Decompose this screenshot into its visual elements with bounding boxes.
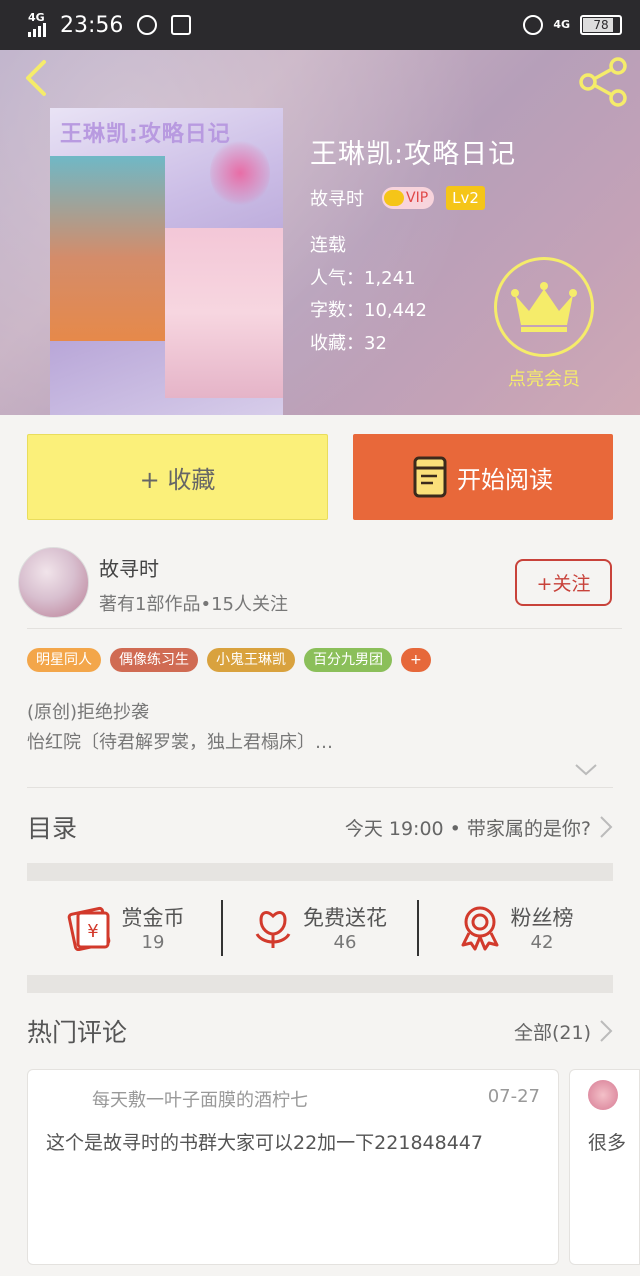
cover-image-left: [50, 156, 165, 341]
tag-item[interactable]: 百分九男团: [304, 648, 392, 672]
collect-button[interactable]: + 收藏: [27, 434, 328, 520]
reward-coins-count: 19: [141, 932, 165, 953]
start-reading-label: 开始阅读: [457, 465, 553, 494]
latest-chapter: 今天 19:00 • 带家属的是你?: [345, 814, 613, 841]
member-label[interactable]: 点亮会员: [480, 365, 608, 391]
comment-text: 这个是故寻时的书群大家可以22加一下221848447: [46, 1132, 483, 1154]
tag-list: 明星同人 偶像练习生 小鬼王琳凯 百分九男团 +: [27, 648, 431, 672]
description-line-1: (原创)拒绝抄袭: [27, 702, 150, 723]
share-icon: [579, 57, 627, 107]
cover-title: 王琳凯:攻略日记: [60, 122, 231, 147]
expand-description-button[interactable]: [574, 758, 598, 782]
network-type-2: 4G: [553, 18, 570, 31]
comment-avatar[interactable]: [588, 1080, 618, 1110]
share-button[interactable]: [578, 56, 630, 108]
book-popularity: 人气：1,241: [310, 267, 416, 289]
reward-bar: ¥ 赏金币 19 免费送花 46 粉丝榜 42: [27, 880, 613, 975]
author-avatar[interactable]: [18, 547, 89, 618]
more-tags-button[interactable]: +: [401, 648, 431, 672]
book-description[interactable]: (原创)拒绝抄袭 怡红院〔待君解罗裳，独上君榻床〕…: [27, 698, 333, 758]
network-type: 4G: [28, 11, 45, 24]
level-badge: Lv2: [446, 186, 485, 210]
chevron-left-icon: [26, 60, 46, 96]
comment-date: 07-27: [487, 1086, 540, 1107]
divider: [27, 628, 622, 629]
author-name[interactable]: 故寻时: [99, 553, 159, 582]
send-flower-label: 免费送花: [303, 906, 387, 930]
book-title: 王琳凯:攻略日记: [310, 139, 517, 170]
crown-icon: [384, 190, 404, 206]
book-author-row: 故寻时 VIP Lv2: [310, 185, 485, 211]
description-line-2: 怡红院〔待君解罗裳，独上君榻床〕…: [27, 732, 333, 753]
book-favorites: 收藏：32: [310, 332, 387, 354]
fan-ranking-button[interactable]: 粉丝榜 42: [419, 880, 613, 975]
chevron-right-icon: [600, 816, 613, 838]
comment-text: 很多: [588, 1132, 627, 1154]
all-comments-label: 全部(21): [513, 1021, 591, 1044]
battery-icon: 78: [580, 15, 622, 35]
book-cover[interactable]: 王琳凯:攻略日记: [50, 108, 283, 415]
chevron-right-icon: [600, 1020, 613, 1042]
status-bar: 4G 23:56 4G 78: [0, 0, 640, 50]
collect-label: + 收藏: [139, 465, 216, 494]
section-separator: [27, 975, 613, 993]
member-button[interactable]: [494, 257, 594, 357]
reward-coins-button[interactable]: ¥ 赏金币 19: [27, 880, 221, 975]
chevron-down-icon: [575, 764, 597, 776]
tag-item[interactable]: 明星同人: [27, 648, 101, 672]
fan-ranking-label: 粉丝榜: [510, 906, 574, 930]
book-author[interactable]: 故寻时: [310, 185, 364, 211]
tag-item[interactable]: 偶像练习生: [110, 648, 198, 672]
comment-card[interactable]: 很多: [569, 1069, 640, 1265]
tag-item[interactable]: 小鬼王琳凯: [207, 648, 295, 672]
cover-decoration: [210, 138, 270, 208]
back-button[interactable]: [18, 58, 58, 98]
divider: [27, 787, 613, 788]
book-header: 王琳凯:攻略日记 王琳凯:攻略日记 故寻时 VIP Lv2 连载 人气：1,24…: [0, 50, 640, 415]
hot-comments-title: 热门评论: [27, 1018, 128, 1047]
follow-label: +关注: [536, 573, 591, 595]
table-of-contents-row[interactable]: 目录 今天 19:00 • 带家属的是你?: [27, 795, 613, 859]
battery-level: 78: [593, 18, 609, 32]
cover-image-right: [165, 228, 283, 398]
comment-username[interactable]: 每天敷一叶子面膜的酒柠七: [92, 1086, 308, 1112]
follow-button[interactable]: +关注: [515, 559, 612, 606]
medal-icon: [461, 906, 498, 950]
book-status: 连载: [310, 235, 346, 256]
svg-text:¥: ¥: [87, 921, 98, 942]
red-envelope-icon: ¥: [67, 906, 110, 951]
reward-coins-label: 赏金币: [121, 906, 185, 930]
book-word-count: 字数：10,442: [310, 300, 427, 321]
flower-icon: [255, 910, 291, 948]
author-summary: 著有1部作品•15人关注: [99, 594, 288, 615]
fan-ranking-count: 42: [530, 932, 554, 953]
send-flower-button[interactable]: 免费送花 46: [223, 880, 417, 975]
status-time: 23:56: [60, 12, 124, 38]
section-separator: [27, 863, 613, 881]
latest-chapter-text: 今天 19:00 • 带家属的是你?: [344, 817, 591, 840]
signal-icon: 4G: [28, 11, 50, 37]
comment-card[interactable]: 每天敷一叶子面膜的酒柠七 07-27 这个是故寻时的书群大家可以22加一下221…: [27, 1069, 559, 1265]
toc-title: 目录: [27, 814, 78, 843]
alarm-icon: [523, 15, 544, 35]
book-icon: [413, 456, 447, 498]
send-flower-count: 46: [333, 932, 357, 953]
all-comments-link[interactable]: 全部(21): [514, 1018, 613, 1045]
vip-label: VIP: [406, 190, 429, 206]
hot-comments-header: 热门评论 全部(21): [27, 1000, 613, 1062]
app-notification-icon: [171, 15, 192, 35]
notification-icon: [137, 15, 158, 35]
start-reading-button[interactable]: 开始阅读: [353, 434, 613, 520]
crown-icon: [511, 282, 577, 332]
vip-badge: VIP: [382, 187, 435, 209]
book-stats: 连载 人气：1,241 字数：10,442 收藏：32: [310, 230, 427, 360]
